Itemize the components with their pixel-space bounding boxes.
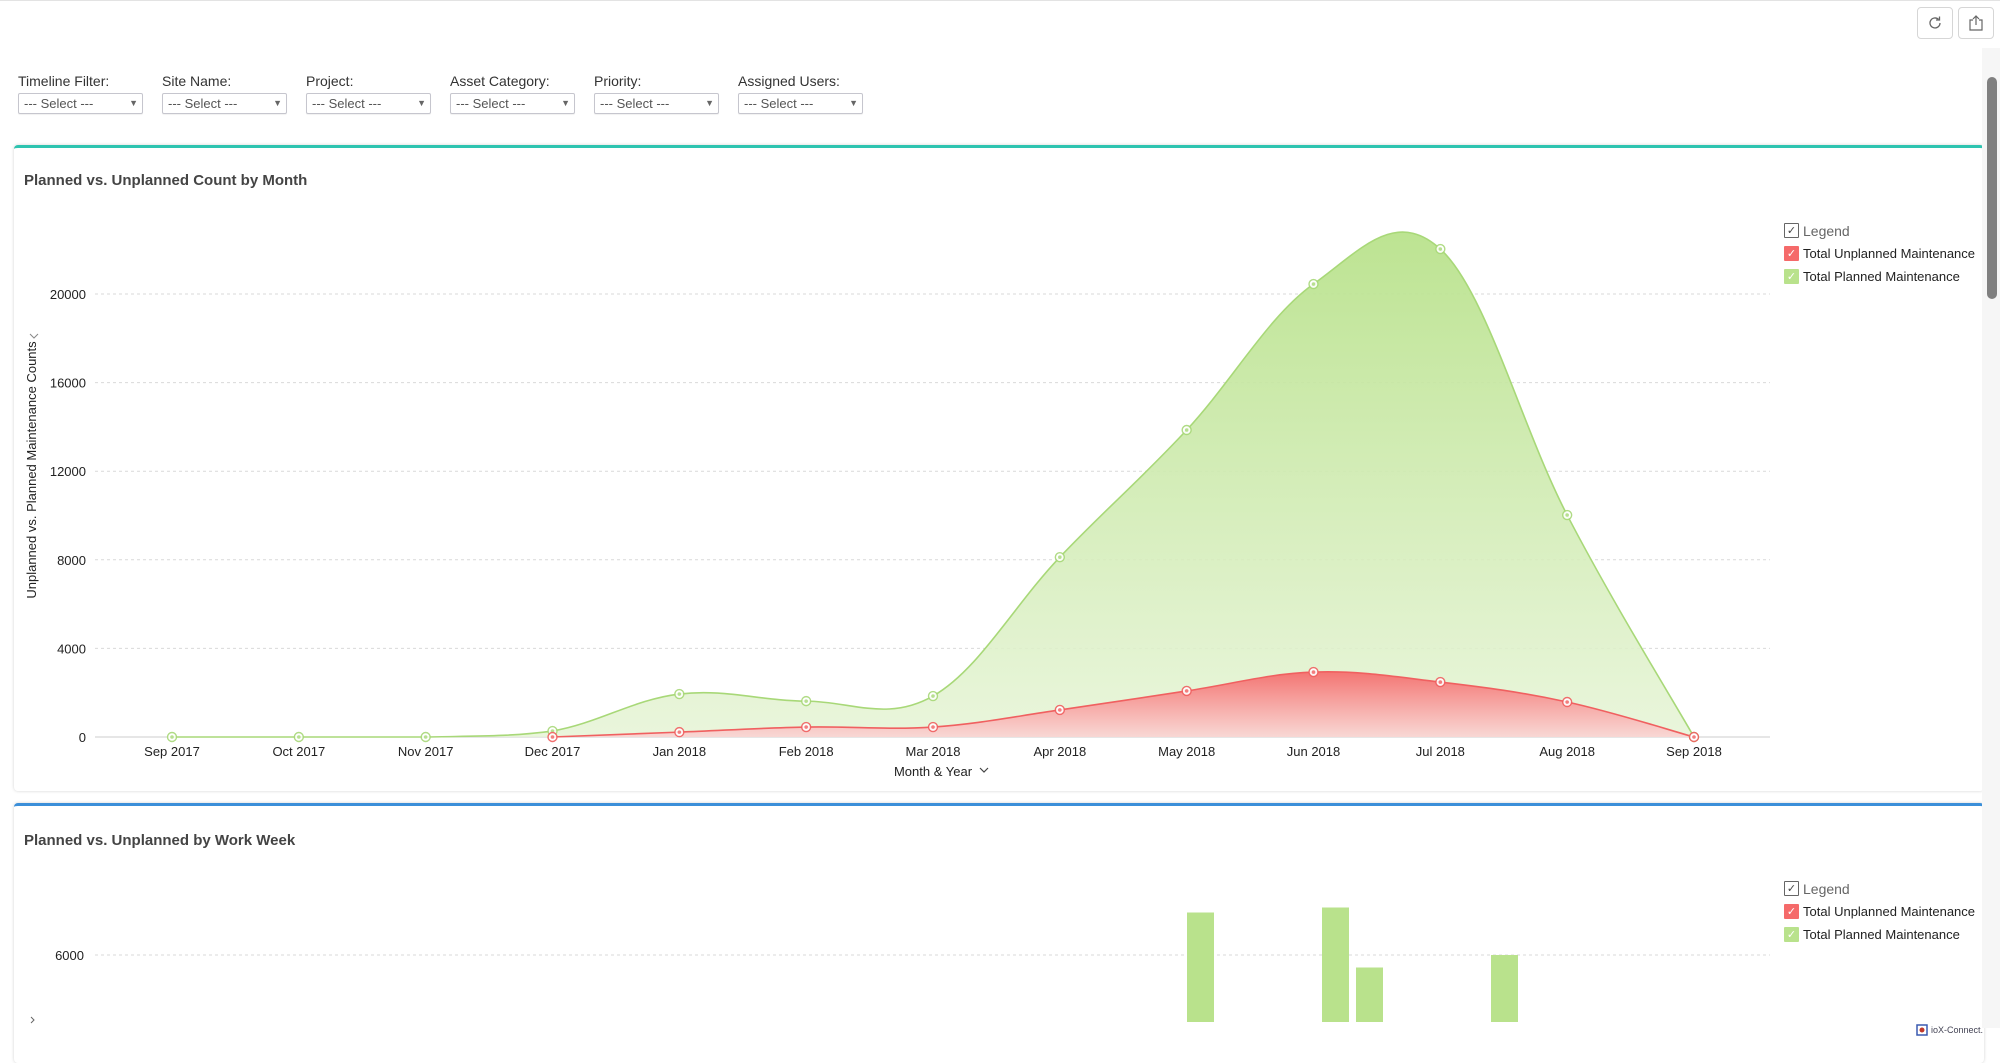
brand-name: ioX-Connect.	[1931, 1025, 1984, 1035]
check-icon: ✓	[1784, 269, 1799, 284]
legend-toggle[interactable]: ✓ Legend	[1784, 219, 1975, 242]
check-icon: ✓	[1784, 246, 1799, 261]
filter-select[interactable]: --- Select --- ▼	[738, 93, 863, 114]
chart-legend: ✓ Legend ✓ Total Unplanned Maintenance ✓…	[1784, 219, 1975, 288]
legend-item-unplanned[interactable]: ✓ Total Unplanned Maintenance	[1784, 900, 1975, 923]
filter-group: Project: --- Select --- ▼	[306, 72, 450, 114]
filter-value: --- Select ---	[168, 96, 238, 111]
dropdown-caret-icon: ▼	[129, 98, 138, 108]
legend-checkbox-icon: ✓	[1784, 881, 1799, 896]
export-button[interactable]	[1958, 7, 1994, 39]
weekly-chart-card: Planned vs. Unplanned by Work Week ✓ Leg…	[14, 803, 1984, 1063]
filter-select[interactable]: --- Select --- ▼	[450, 93, 575, 114]
dropdown-caret-icon: ▼	[705, 98, 714, 108]
refresh-button[interactable]	[1917, 7, 1953, 39]
filter-group: Timeline Filter: --- Select --- ▼	[18, 72, 162, 114]
filter-label: Priority:	[594, 73, 642, 89]
dropdown-caret-icon: ▼	[849, 98, 858, 108]
filter-group: Priority: --- Select --- ▼	[594, 72, 738, 114]
legend-label: Total Planned Maintenance	[1803, 927, 1960, 942]
check-icon: ✓	[1784, 904, 1799, 919]
filter-value: --- Select ---	[312, 96, 382, 111]
filter-select[interactable]: --- Select --- ▼	[306, 93, 431, 114]
filter-group: Assigned Users: --- Select --- ▼	[738, 72, 882, 114]
filter-group: Site Name: --- Select --- ▼	[162, 72, 306, 114]
legend-toggle[interactable]: ✓ Legend	[1784, 877, 1975, 900]
dropdown-caret-icon: ▼	[561, 98, 570, 108]
legend-title: Legend	[1803, 880, 1850, 897]
legend-label: Total Unplanned Maintenance	[1803, 246, 1976, 261]
filter-label: Asset Category:	[450, 73, 550, 89]
filter-value: --- Select ---	[744, 96, 814, 111]
filter-bar: Timeline Filter: --- Select --- ▼ Site Nam…	[18, 72, 882, 114]
chart-title: Planned vs. Unplanned by Work Week	[24, 832, 296, 849]
filter-select[interactable]: --- Select --- ▼	[594, 93, 719, 114]
chart-title: Planned vs. Unplanned Count by Month	[24, 172, 308, 189]
dropdown-caret-icon: ▼	[273, 98, 282, 108]
check-icon: ✓	[1784, 927, 1799, 942]
legend-item-planned[interactable]: ✓ Total Planned Maintenance	[1784, 923, 1975, 946]
legend-item-unplanned[interactable]: ✓ Total Unplanned Maintenance	[1784, 242, 1975, 265]
filter-label: Timeline Filter:	[18, 73, 110, 89]
filter-select[interactable]: --- Select --- ▼	[18, 93, 143, 114]
top-border	[0, 0, 2000, 1]
legend-checkbox-icon: ✓	[1784, 223, 1799, 238]
brand-logo-icon	[1916, 1024, 1928, 1036]
legend-label: Total Planned Maintenance	[1803, 269, 1960, 284]
refresh-icon	[1929, 16, 1941, 29]
filter-label: Project:	[306, 73, 354, 89]
dropdown-caret-icon: ▼	[417, 98, 426, 108]
legend-title: Legend	[1803, 222, 1850, 239]
filter-select[interactable]: --- Select --- ▼	[162, 93, 287, 114]
scrollbar-thumb[interactable]	[1987, 77, 1997, 299]
filter-group: Asset Category: --- Select --- ▼	[450, 72, 594, 114]
chart-legend: ✓ Legend ✓ Total Unplanned Maintenance ✓…	[1784, 877, 1975, 946]
monthly-chart-card: Planned vs. Unplanned Count by Month ✓ L…	[14, 145, 1984, 791]
filter-label: Assigned Users:	[738, 73, 840, 89]
filter-value: --- Select ---	[600, 96, 670, 111]
filter-label: Site Name:	[162, 73, 232, 89]
filter-value: --- Select ---	[24, 96, 94, 111]
brand-logo: ioX-Connect.	[1916, 1024, 1983, 1036]
legend-label: Total Unplanned Maintenance	[1803, 904, 1976, 919]
share-export-icon	[1969, 15, 1983, 31]
legend-item-planned[interactable]: ✓ Total Planned Maintenance	[1784, 265, 1975, 288]
filter-value: --- Select ---	[456, 96, 526, 111]
